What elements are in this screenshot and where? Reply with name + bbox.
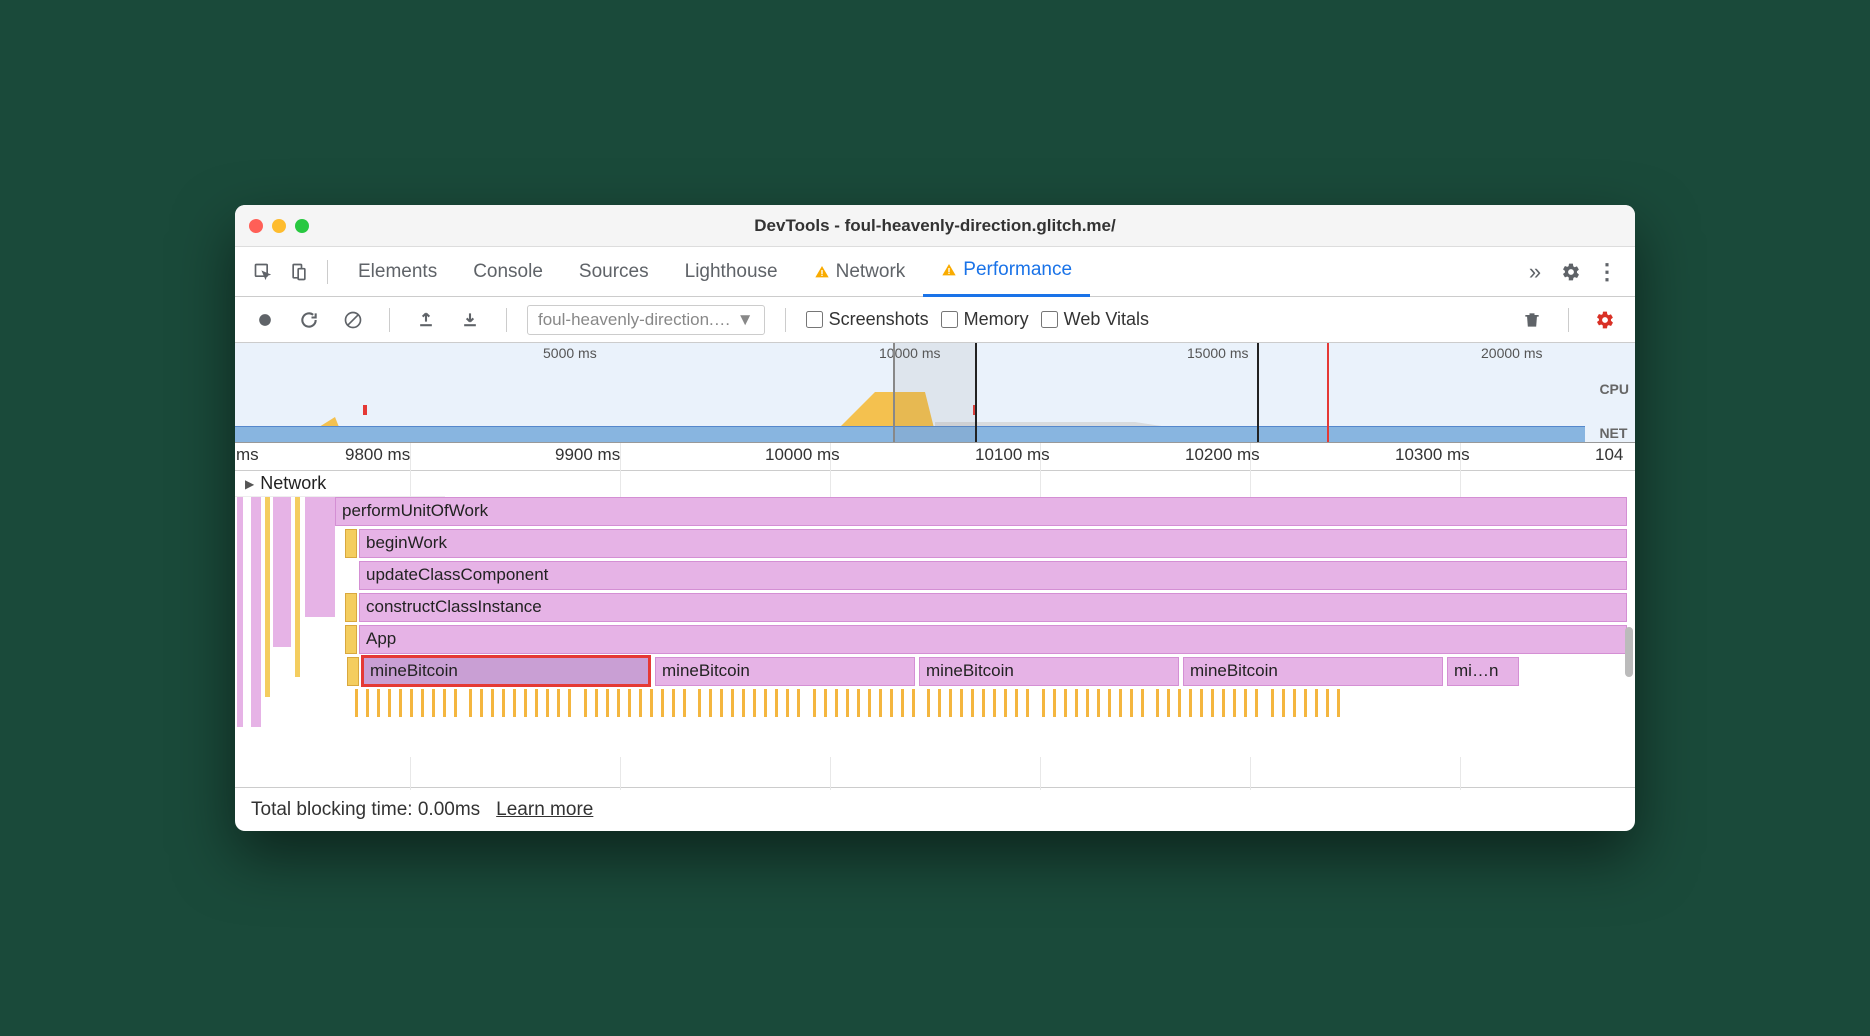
flame-beginwork[interactable]: beginWork bbox=[359, 529, 1627, 558]
tab-sources[interactable]: Sources bbox=[561, 247, 667, 297]
inspect-element-icon[interactable] bbox=[247, 256, 279, 288]
status-bar: Total blocking time: 0.00ms Learn more bbox=[235, 787, 1635, 831]
save-profile-icon[interactable] bbox=[454, 304, 486, 336]
main-tabs-row: Elements Console Sources Lighthouse Netw… bbox=[235, 247, 1635, 297]
overview-red-marker bbox=[1327, 343, 1329, 442]
timeline-overview[interactable]: 5000 ms 10000 ms 15000 ms 20000 ms CPU N… bbox=[235, 343, 1635, 443]
flame-sliver[interactable] bbox=[345, 593, 357, 622]
flame-app[interactable]: App bbox=[359, 625, 1627, 654]
minimize-window-button[interactable] bbox=[272, 219, 286, 233]
flame-chart[interactable]: performUnitOfWork beginWork updateClassC… bbox=[235, 497, 1635, 757]
profile-select[interactable]: foul-heavenly-direction.… ▼ bbox=[527, 305, 765, 335]
devtools-window: DevTools - foul-heavenly-direction.glitc… bbox=[235, 205, 1635, 831]
flame-minebitcoin-truncated[interactable]: mi…n bbox=[1447, 657, 1519, 686]
memory-checkbox[interactable]: Memory bbox=[941, 309, 1029, 330]
close-window-button[interactable] bbox=[249, 219, 263, 233]
more-tabs-icon[interactable]: » bbox=[1519, 256, 1551, 288]
traffic-lights bbox=[249, 219, 309, 233]
vertical-scrollbar-thumb[interactable] bbox=[1625, 627, 1633, 677]
settings-icon[interactable] bbox=[1555, 256, 1587, 288]
screenshots-checkbox[interactable]: Screenshots bbox=[806, 309, 929, 330]
garbage-collect-icon[interactable] bbox=[1516, 304, 1548, 336]
flame-minebitcoin[interactable]: mineBitcoin bbox=[919, 657, 1179, 686]
flame-left-slivers bbox=[235, 497, 345, 757]
flame-constructclassinstance[interactable]: constructClassInstance bbox=[359, 593, 1627, 622]
warning-icon bbox=[941, 262, 957, 278]
flame-sliver[interactable] bbox=[345, 625, 357, 654]
overview-selection[interactable] bbox=[893, 343, 977, 442]
separator bbox=[389, 308, 390, 332]
network-track-header[interactable]: ▶ Network bbox=[235, 471, 445, 497]
perf-toolbar: foul-heavenly-direction.… ▼ Screenshots … bbox=[235, 297, 1635, 343]
maximize-window-button[interactable] bbox=[295, 219, 309, 233]
flame-minebitcoin-highlighted[interactable]: mineBitcoin bbox=[361, 655, 651, 687]
tab-lighthouse[interactable]: Lighthouse bbox=[667, 247, 796, 297]
flame-minor-ticks bbox=[355, 689, 1627, 719]
overview-marker bbox=[1257, 343, 1259, 442]
learn-more-link[interactable]: Learn more bbox=[496, 799, 593, 821]
window-title: DevTools - foul-heavenly-direction.glitc… bbox=[754, 216, 1115, 236]
tab-console[interactable]: Console bbox=[455, 247, 561, 297]
tab-performance[interactable]: Performance bbox=[923, 247, 1090, 297]
flame-minebitcoin[interactable]: mineBitcoin bbox=[1183, 657, 1443, 686]
separator bbox=[1568, 308, 1569, 332]
device-toolbar-icon[interactable] bbox=[283, 256, 315, 288]
dropdown-arrow-icon: ▼ bbox=[737, 310, 754, 330]
tab-elements[interactable]: Elements bbox=[340, 247, 455, 297]
more-options-icon[interactable]: ⋮ bbox=[1591, 256, 1623, 288]
web-vitals-checkbox[interactable]: Web Vitals bbox=[1041, 309, 1149, 330]
capture-settings-icon[interactable] bbox=[1589, 304, 1621, 336]
total-blocking-time: Total blocking time: 0.00ms bbox=[251, 799, 480, 821]
tab-network[interactable]: Network bbox=[796, 247, 924, 297]
panel-tabs: Elements Console Sources Lighthouse Netw… bbox=[340, 247, 1515, 297]
flame-sliver[interactable] bbox=[347, 657, 359, 686]
detail-ruler[interactable]: ms 9800 ms 9900 ms 10000 ms 10100 ms 102… bbox=[235, 443, 1635, 471]
flame-performunitofwork[interactable]: performUnitOfWork bbox=[335, 497, 1627, 526]
flame-updateclasscomponent[interactable]: updateClassComponent bbox=[359, 561, 1627, 590]
record-button[interactable] bbox=[249, 304, 281, 336]
load-profile-icon[interactable] bbox=[410, 304, 442, 336]
window-titlebar: DevTools - foul-heavenly-direction.glitc… bbox=[235, 205, 1635, 247]
reload-record-button[interactable] bbox=[293, 304, 325, 336]
flame-sliver[interactable] bbox=[345, 529, 357, 558]
separator bbox=[785, 308, 786, 332]
flame-minebitcoin[interactable]: mineBitcoin bbox=[655, 657, 915, 686]
warning-icon bbox=[814, 264, 830, 280]
separator bbox=[506, 308, 507, 332]
separator bbox=[327, 260, 328, 284]
overview-labels: CPU NET bbox=[1599, 381, 1629, 441]
clear-button[interactable] bbox=[337, 304, 369, 336]
expand-arrow-icon: ▶ bbox=[245, 477, 254, 491]
